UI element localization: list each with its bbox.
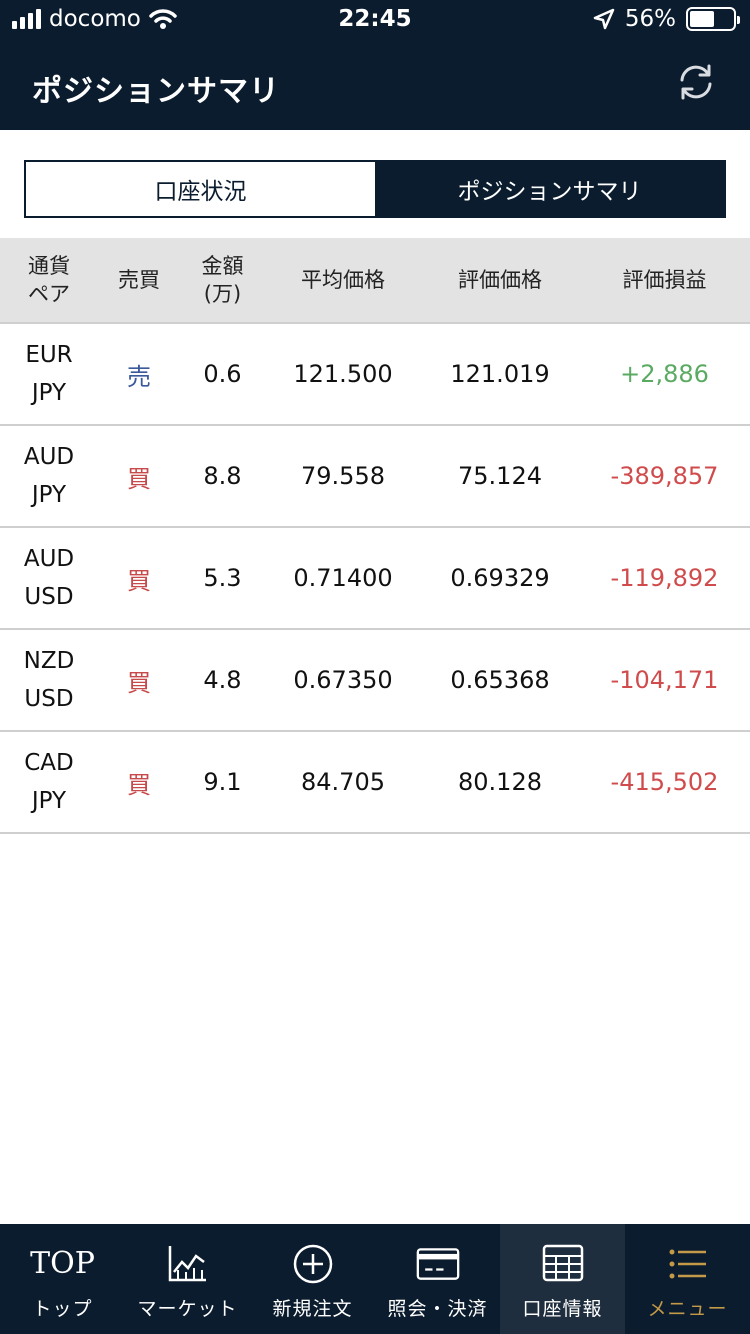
segmented-control: 口座状況 ポジションサマリ xyxy=(24,160,726,218)
segment-account-status[interactable]: 口座状況 xyxy=(26,162,375,216)
top-bar: docomo 22:45 56% ポジションサマリ xyxy=(0,0,750,130)
pl-cell: -119,892 xyxy=(610,564,719,592)
pl-cell: -415,502 xyxy=(610,768,719,796)
column-header-eval-price: 評価価格 xyxy=(458,268,542,292)
side-cell: 買 xyxy=(127,566,151,595)
amount-cell: 9.1 xyxy=(203,768,242,796)
page-title: ポジションサマリ xyxy=(32,74,280,109)
tab-market[interactable]: マーケット xyxy=(125,1224,250,1334)
eval-price-cell: 0.65368 xyxy=(450,666,550,694)
eval-price-cell: 0.69329 xyxy=(450,564,550,592)
plus-circle-icon xyxy=(293,1244,332,1284)
battery-percent: 56% xyxy=(624,6,676,32)
column-header-pair: 通貨 ペア xyxy=(28,254,70,306)
avg-price-cell: 0.67350 xyxy=(293,666,393,694)
table-header: 通貨 ペア 売買 金額 (万) 平均価格 評価価格 評価損益 xyxy=(0,238,750,324)
segment-position-summary[interactable]: ポジションサマリ xyxy=(375,162,724,216)
amount-cell: 4.8 xyxy=(203,666,242,694)
tab-label: メニュー xyxy=(647,1298,728,1320)
tab-menu[interactable]: メニュー xyxy=(625,1224,750,1334)
tab-new-order[interactable]: 新規注文 xyxy=(250,1224,375,1334)
column-header-side: 売買 xyxy=(118,268,160,292)
eval-price-cell: 121.019 xyxy=(450,360,550,388)
side-cell: 買 xyxy=(127,464,151,493)
column-header-amount: 金額 (万) xyxy=(201,254,244,306)
avg-price-cell: 79.558 xyxy=(301,462,385,490)
table-row[interactable]: CAD JPY 買 9.1 84.705 80.128 -415,502 xyxy=(0,732,750,834)
card-icon xyxy=(416,1248,459,1280)
pair-cell: EUR JPY xyxy=(25,342,73,406)
chart-icon xyxy=(168,1246,206,1282)
avg-price-cell: 84.705 xyxy=(301,768,385,796)
pair-cell: AUD JPY xyxy=(23,444,75,508)
side-cell: 買 xyxy=(127,668,151,697)
pl-cell: +2,886 xyxy=(620,360,709,388)
eval-price-cell: 80.128 xyxy=(458,768,542,796)
column-header-avg-price: 平均価格 xyxy=(301,268,385,292)
amount-cell: 0.6 xyxy=(203,360,242,388)
table-row[interactable]: NZD USD 買 4.8 0.67350 0.65368 -104,171 xyxy=(0,630,750,732)
tab-label: マーケット xyxy=(137,1298,238,1320)
side-cell: 買 xyxy=(127,770,151,799)
pl-cell: -104,171 xyxy=(610,666,719,694)
table-row[interactable]: EUR JPY 売 0.6 121.500 121.019 +2,886 xyxy=(0,324,750,426)
tab-label: 新規注文 xyxy=(272,1298,353,1320)
location-icon xyxy=(593,8,615,30)
tab-label: トップ xyxy=(32,1298,93,1320)
battery-fill xyxy=(690,11,714,27)
tab-inquiry-settlement[interactable]: 照会・決済 xyxy=(375,1224,500,1334)
pair-cell: AUD USD xyxy=(23,546,75,610)
pair-cell: NZD USD xyxy=(23,648,75,712)
amount-cell: 5.3 xyxy=(203,564,242,592)
battery-icon xyxy=(686,7,740,31)
tab-label: 口座情報 xyxy=(522,1298,603,1320)
tab-top[interactable]: TOP トップ xyxy=(0,1224,125,1334)
side-cell: 売 xyxy=(127,362,151,391)
tab-label: 照会・決済 xyxy=(387,1298,488,1320)
eval-price-cell: 75.124 xyxy=(458,462,542,490)
table-row[interactable]: AUD USD 買 5.3 0.71400 0.69329 -119,892 xyxy=(0,528,750,630)
avg-price-cell: 121.500 xyxy=(293,360,393,388)
refresh-icon[interactable] xyxy=(676,62,716,102)
amount-cell: 8.8 xyxy=(203,462,242,490)
pair-cell: CAD JPY xyxy=(24,750,74,814)
column-header-pl: 評価損益 xyxy=(622,268,707,292)
status-bar: docomo 22:45 56% xyxy=(0,0,750,40)
top-icon: TOP xyxy=(30,1246,95,1281)
list-icon xyxy=(669,1249,706,1279)
bottom-tab-bar: TOP トップ マーケット 新規注文 照会・決済 口座情報 メニュー xyxy=(0,1224,750,1334)
position-table: 通貨 ペア 売買 金額 (万) 平均価格 評価価格 評価損益 EUR JPY 売… xyxy=(0,238,750,834)
table-row[interactable]: AUD JPY 買 8.8 79.558 75.124 -389,857 xyxy=(0,426,750,528)
avg-price-cell: 0.71400 xyxy=(293,564,393,592)
pl-cell: -389,857 xyxy=(610,462,719,490)
grid-icon xyxy=(542,1244,583,1282)
tab-account-info[interactable]: 口座情報 xyxy=(500,1224,625,1334)
status-right: 56% xyxy=(593,6,740,32)
